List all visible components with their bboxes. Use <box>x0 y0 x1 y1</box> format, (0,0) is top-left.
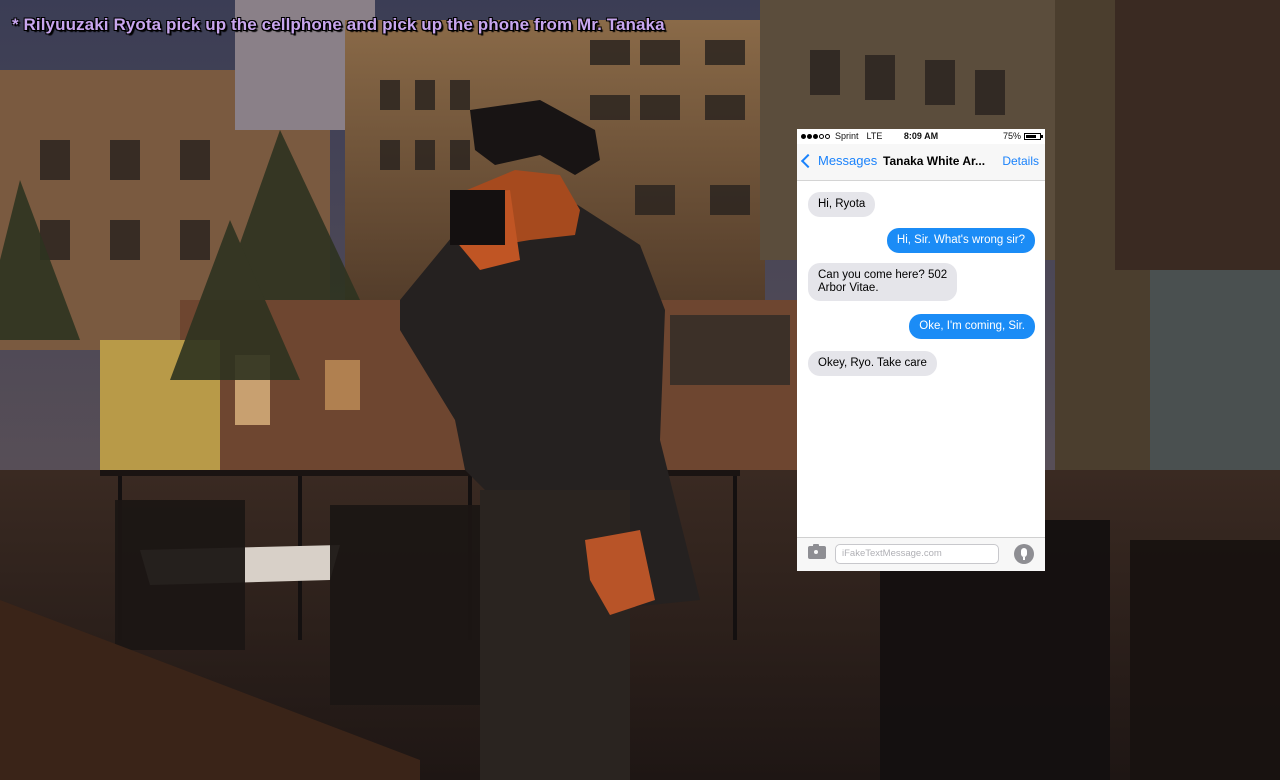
conversation-nav-bar: Messages Tanaka White Ar... Details <box>797 144 1045 181</box>
message-bubble-outgoing: Hi, Sir. What's wrong sir? <box>886 228 1035 253</box>
message-line: Can you come here? 502 <box>818 269 948 281</box>
battery-status: 75% <box>1002 131 1043 141</box>
back-to-messages-button[interactable]: Messages <box>800 153 878 168</box>
message-bubble-incoming: Okey, Ryo. Take care <box>808 351 937 376</box>
scene-backdrop <box>0 0 1280 780</box>
compose-bar: iFakeTextMessage.com <box>797 537 1045 571</box>
message-input[interactable]: iFakeTextMessage.com <box>835 544 999 564</box>
message-bubble-outgoing: Oke, I'm coming, Sir. <box>909 314 1035 339</box>
message-thread: Hi, Ryota Hi, Sir. What's wrong sir? Can… <box>797 181 1045 537</box>
status-bar: Sprint LTE 8:09 AM 75% <box>797 129 1045 143</box>
battery-icon <box>1024 132 1043 140</box>
microphone-icon[interactable] <box>1014 544 1034 564</box>
roleplay-chat-line: * Rilyuuzaki Ryota pick up the cellphone… <box>12 15 665 34</box>
game-scene <box>0 0 1280 780</box>
message-bubble-incoming: Can you come here? 502 Arbor Vitae. <box>808 263 958 301</box>
camera-icon[interactable] <box>808 544 826 559</box>
back-label: Messages <box>818 153 878 168</box>
battery-percent: 75% <box>1002 131 1021 141</box>
chevron-left-icon <box>800 153 816 168</box>
message-line: Arbor Vitae. <box>818 282 879 294</box>
message-bubble-incoming: Hi, Ryota <box>808 192 876 217</box>
contact-name: Tanaka White Ar... <box>883 154 986 168</box>
details-button[interactable]: Details <box>1002 154 1039 168</box>
fake-text-phone-screen: Sprint LTE 8:09 AM 75% Messages Tanaka W… <box>797 129 1045 571</box>
